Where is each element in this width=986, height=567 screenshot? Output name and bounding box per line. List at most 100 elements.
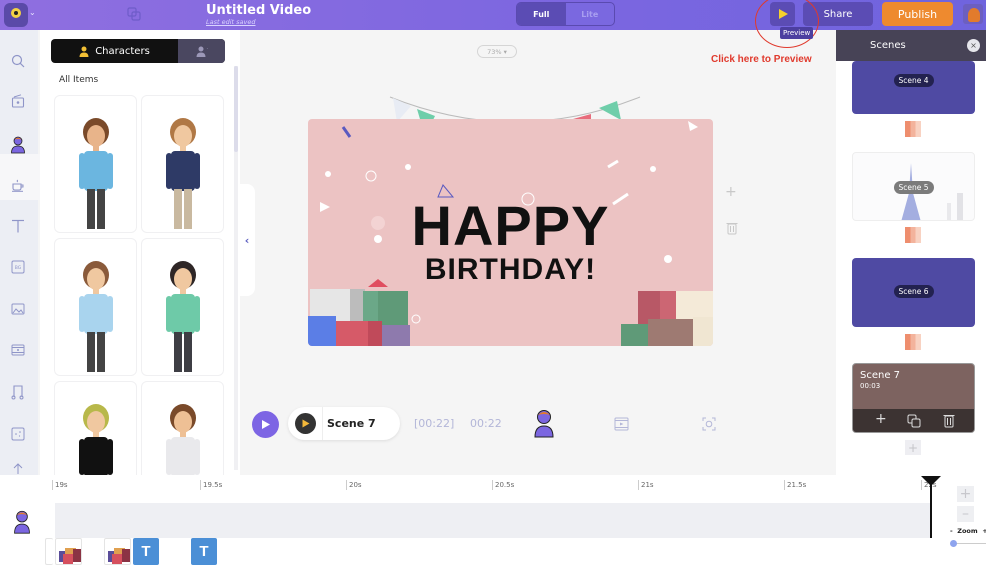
background-icon[interactable]: BG (9, 258, 27, 276)
coffee-cup-icon[interactable] (9, 176, 27, 194)
chevron-down-icon[interactable]: ⌄ (29, 8, 36, 17)
svg-text:+: + (206, 46, 208, 51)
play-icon (302, 419, 310, 428)
character-illustration (166, 261, 200, 372)
character-illustration (79, 118, 113, 229)
add-scene-button[interactable]: + (905, 440, 921, 455)
transition-icon[interactable] (905, 334, 921, 350)
scene-card-7[interactable]: Scene 7 00:03 + (852, 363, 975, 433)
add-scene-icon[interactable]: + (875, 411, 887, 427)
timeline-tick: 21s (638, 480, 654, 490)
scene-label: Scene 4 (893, 74, 934, 87)
tab-characters[interactable]: Characters (51, 39, 178, 63)
timeline-gift-item[interactable] (55, 538, 82, 565)
zoom-slider-track[interactable] (952, 543, 986, 544)
scene-label: Scene 7 (860, 370, 901, 381)
play-icon (262, 419, 270, 429)
mode-lite[interactable]: Lite (566, 3, 615, 25)
scenes-title: Scenes (870, 40, 906, 51)
video-layer-icon[interactable] (614, 417, 629, 431)
character-card[interactable] (54, 95, 137, 233)
video-icon[interactable] (9, 341, 27, 359)
trash-icon[interactable] (726, 221, 738, 235)
timeline-tick: 20.5s (492, 480, 514, 490)
zoom-value: 73% (487, 47, 502, 56)
play-scene-button[interactable] (295, 413, 316, 434)
tab-characters-label: Characters (95, 45, 150, 57)
publish-button[interactable]: Publish (882, 2, 953, 26)
video-title[interactable]: Untitled Video (206, 3, 311, 18)
character-icon[interactable] (9, 136, 27, 154)
library-scrollbar[interactable] (234, 66, 238, 470)
collapse-panel-button[interactable]: ‹ (239, 184, 255, 296)
character-layer-icon[interactable] (533, 409, 555, 438)
timeline-gift-item[interactable] (104, 538, 131, 565)
current-scene-pill[interactable]: Scene 7 (288, 407, 400, 440)
total-time: [00:22] (414, 417, 455, 430)
current-time: 00:22 (470, 417, 502, 430)
upload-icon[interactable] (9, 462, 27, 474)
timeline-tick: 19.5s (200, 480, 222, 490)
top-bar: ⌄ Untitled Video Last edit saved Full Li… (0, 0, 986, 30)
section-title: All Items (59, 75, 99, 85)
zoom-select[interactable]: 73% ▾ (477, 45, 517, 58)
duplicate-icon[interactable] (127, 7, 141, 21)
tab-add-character[interactable]: + (178, 39, 225, 63)
scene-canvas[interactable]: HAPPY BIRTHDAY! (308, 119, 713, 346)
zoom-out-button[interactable]: – (957, 506, 974, 522)
focus-icon[interactable] (702, 417, 716, 431)
scene-actions: + (853, 409, 974, 432)
annotation-text: Click here to Preview (711, 54, 812, 65)
media-icon[interactable] (9, 92, 27, 110)
effects-icon[interactable] (9, 425, 27, 443)
zoom-slider-label: - Zoom + (950, 527, 986, 535)
user-avatar[interactable] (963, 4, 983, 24)
transition-icon[interactable] (905, 121, 921, 137)
scene-card-6[interactable]: Scene 6 (852, 258, 975, 327)
person-icon (79, 46, 89, 57)
scene-name: Scene 7 (327, 417, 376, 430)
svg-text:BG: BG (15, 265, 22, 271)
search-icon[interactable] (9, 52, 27, 70)
playhead[interactable] (921, 476, 941, 538)
close-icon[interactable]: × (967, 39, 980, 52)
character-track[interactable] (55, 503, 931, 538)
character-card[interactable] (54, 238, 137, 376)
duplicate-icon[interactable] (907, 414, 921, 428)
scene-duration: 00:03 (860, 382, 881, 390)
trash-icon[interactable] (943, 413, 955, 428)
music-icon[interactable] (9, 383, 27, 401)
timeline-text-item[interactable]: T (133, 538, 159, 565)
scene-control-bar (252, 407, 279, 441)
character-card[interactable] (141, 238, 224, 376)
mode-full[interactable]: Full (517, 3, 566, 25)
add-person-icon: + (196, 46, 208, 57)
save-status: Last edit saved (206, 18, 256, 26)
transition-icon[interactable] (905, 227, 921, 243)
zoom-slider-handle[interactable] (950, 540, 957, 547)
caret-down-icon: ▾ (503, 47, 507, 56)
app-logo[interactable] (4, 3, 28, 27)
scene-card-5[interactable]: Scene 5 (852, 152, 975, 221)
scene-label: Scene 5 (893, 181, 934, 194)
character-card[interactable] (141, 95, 224, 233)
preview-tooltip: Preview (780, 27, 814, 39)
scenes-header: Scenes × (836, 30, 986, 61)
zoom-in-button[interactable]: + (957, 486, 974, 502)
character-illustration (166, 118, 200, 229)
scene-card-4[interactable]: Scene 4 (852, 61, 975, 114)
gift-boxes (308, 279, 713, 346)
character-illustration (79, 261, 113, 372)
timeline-item-edge[interactable] (45, 538, 53, 565)
text-icon[interactable] (9, 217, 27, 235)
character-track-icon (14, 510, 30, 534)
scene-label: Scene 6 (893, 285, 934, 298)
chevron-left-icon: ‹ (244, 233, 250, 247)
play-all-button[interactable] (252, 410, 279, 438)
image-icon[interactable] (9, 300, 27, 318)
add-element-icon[interactable]: + (725, 184, 737, 200)
library-tabs: Characters + (51, 39, 225, 63)
timeline-text-item[interactable]: T (191, 538, 217, 565)
timeline-tick: 21.5s (784, 480, 806, 490)
mode-toggle[interactable]: Full Lite (516, 2, 615, 26)
